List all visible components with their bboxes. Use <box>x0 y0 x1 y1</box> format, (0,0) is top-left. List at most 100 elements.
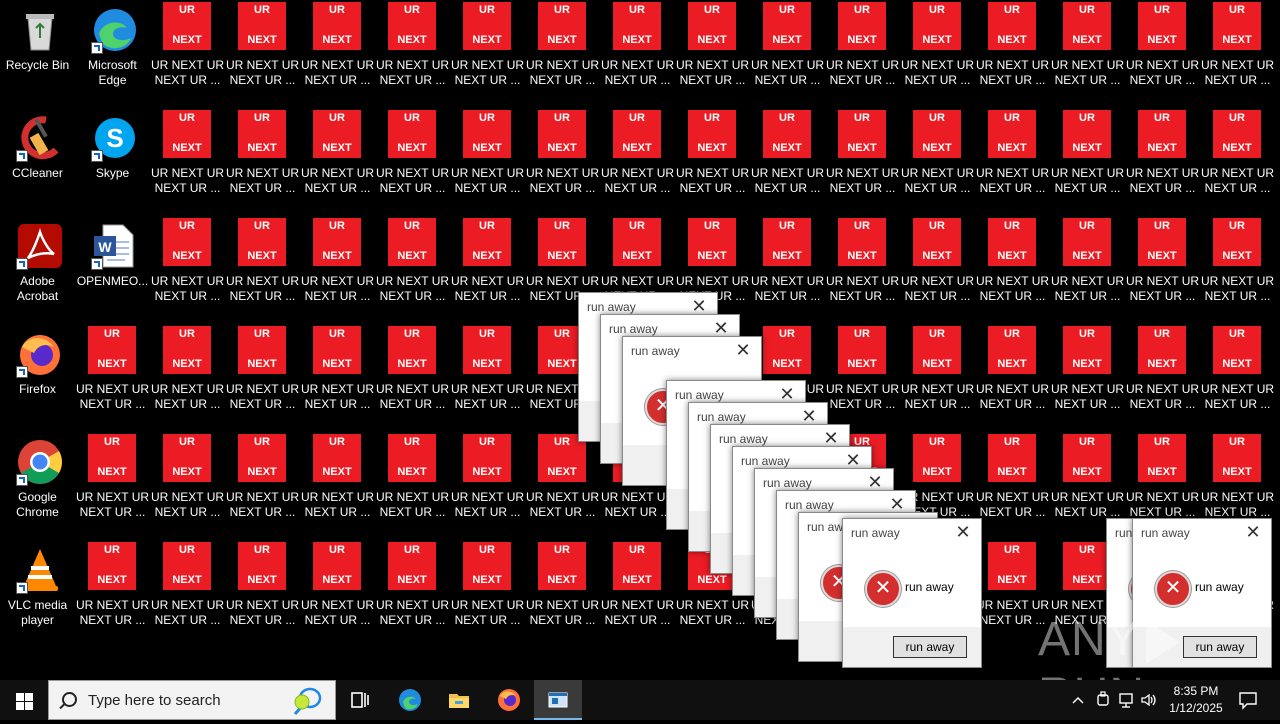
close-icon[interactable]: ✕ <box>951 521 975 545</box>
ur-next-desktop-icon[interactable]: URNEXTUR NEXT UR NEXT UR ... <box>825 0 900 108</box>
ur-next-desktop-icon[interactable]: URNEXTUR NEXT UR NEXT UR ... <box>600 0 675 108</box>
ur-next-desktop-icon[interactable]: URNEXTUR NEXT UR NEXT UR ... <box>675 0 750 108</box>
taskbar-file-explorer-button[interactable] <box>435 680 483 720</box>
desktop-icon-ccleaner[interactable]: CCleaner <box>0 108 75 216</box>
show-hidden-icons-chevron-icon[interactable] <box>1071 694 1085 706</box>
desktop-icon-vlc[interactable]: VLC media player <box>0 540 75 648</box>
ur-next-desktop-icon[interactable]: URNEXTUR NEXT UR NEXT UR ... <box>1125 324 1200 432</box>
ur-next-desktop-icon[interactable]: URNEXTUR NEXT UR NEXT UR ... <box>825 324 900 432</box>
ur-next-desktop-icon[interactable]: URNEXTUR NEXT UR NEXT UR ... <box>375 216 450 324</box>
ur-next-desktop-icon[interactable]: URNEXTUR NEXT UR NEXT UR ... <box>375 108 450 216</box>
ur-next-desktop-icon[interactable]: URNEXTUR NEXT UR NEXT UR ... <box>1050 0 1125 108</box>
network-icon[interactable] <box>1118 691 1136 709</box>
desktop-icon-chrome[interactable]: Google Chrome <box>0 432 75 540</box>
ur-next-desktop-icon[interactable]: URNEXTUR NEXT UR NEXT UR ... <box>450 432 525 540</box>
ur-next-desktop-icon[interactable]: URNEXTUR NEXT UR NEXT UR ... <box>900 216 975 324</box>
ur-next-desktop-icon[interactable]: URNEXTUR NEXT UR NEXT UR ... <box>975 108 1050 216</box>
ur-next-desktop-icon[interactable]: URNEXTUR NEXT UR NEXT UR ... <box>525 108 600 216</box>
ur-next-desktop-icon[interactable]: URNEXTUR NEXT UR NEXT UR ... <box>1200 324 1275 432</box>
ur-next-desktop-icon[interactable]: URNEXTUR NEXT UR NEXT UR ... <box>375 432 450 540</box>
taskbar-active-app-button[interactable] <box>534 680 582 720</box>
close-icon[interactable]: ✕ <box>731 339 755 363</box>
ur-next-desktop-icon[interactable]: URNEXTUR NEXT UR NEXT UR ... <box>375 0 450 108</box>
desktop-icon-label: Microsoft Edge <box>88 58 137 87</box>
desktop-icon-edge[interactable]: Microsoft Edge <box>75 0 150 108</box>
ur-next-desktop-icon[interactable]: URNEXTUR NEXT UR NEXT UR ... <box>1125 0 1200 108</box>
action-center-icon[interactable] <box>1238 690 1258 710</box>
ur-next-desktop-icon[interactable]: URNEXTUR NEXT UR NEXT UR ... <box>75 432 150 540</box>
ur-next-desktop-icon[interactable]: URNEXTUR NEXT UR NEXT UR ... <box>300 432 375 540</box>
ur-next-desktop-icon[interactable]: URNEXTUR NEXT UR NEXT UR ... <box>150 216 225 324</box>
volume-icon[interactable] <box>1140 691 1158 709</box>
ur-next-desktop-icon[interactable]: URNEXTUR NEXT UR NEXT UR ... <box>75 540 150 648</box>
ur-next-desktop-icon[interactable]: URNEXTUR NEXT UR NEXT UR ... <box>375 540 450 648</box>
ur-next-desktop-icon[interactable]: URNEXTUR NEXT UR NEXT UR ... <box>150 324 225 432</box>
ur-next-desktop-icon[interactable]: URNEXTUR NEXT UR NEXT UR ... <box>450 0 525 108</box>
ur-next-desktop-icon[interactable]: URNEXTUR NEXT UR NEXT UR ... <box>450 108 525 216</box>
ur-next-desktop-icon[interactable]: URNEXTUR NEXT UR NEXT UR ... <box>300 108 375 216</box>
ur-next-desktop-icon[interactable]: URNEXTUR NEXT UR NEXT UR ... <box>525 540 600 648</box>
device-icon[interactable] <box>1095 691 1111 709</box>
ur-next-desktop-icon[interactable]: URNEXTUR NEXT UR NEXT UR ... <box>825 216 900 324</box>
ur-next-desktop-icon[interactable]: URNEXTUR NEXT UR NEXT UR ... <box>450 216 525 324</box>
ur-next-desktop-icon[interactable]: URNEXTUR NEXT UR NEXT UR ... <box>525 432 600 540</box>
ur-next-desktop-icon[interactable]: URNEXTUR NEXT UR NEXT UR ... <box>300 216 375 324</box>
start-button[interactable] <box>0 680 48 720</box>
ur-next-desktop-icon[interactable]: URNEXTUR NEXT UR NEXT UR ... <box>225 540 300 648</box>
desktop-icon-acrobat[interactable]: Adobe Acrobat <box>0 216 75 324</box>
ur-next-desktop-icon[interactable]: URNEXTUR NEXT UR NEXT UR ... <box>900 0 975 108</box>
ur-next-desktop-icon[interactable]: URNEXTUR NEXT UR NEXT UR ... <box>750 216 825 324</box>
ur-next-desktop-icon[interactable]: URNEXTUR NEXT UR NEXT UR ... <box>975 0 1050 108</box>
desktop-icon-word-document[interactable]: W OPENMEO... <box>75 216 150 324</box>
desktop-icon-firefox[interactable]: Firefox <box>0 324 75 432</box>
ur-next-desktop-icon[interactable]: URNEXTUR NEXT UR NEXT UR ... <box>75 324 150 432</box>
close-icon[interactable]: ✕ <box>1241 521 1265 545</box>
ur-next-desktop-icon[interactable]: URNEXTUR NEXT UR NEXT UR ... <box>525 0 600 108</box>
taskbar-edge-button[interactable] <box>386 680 434 720</box>
run-away-button[interactable]: run away <box>893 636 967 658</box>
ur-next-desktop-icon[interactable]: URNEXTUR NEXT UR NEXT UR ... <box>675 108 750 216</box>
ur-next-desktop-icon[interactable]: URNEXTUR NEXT UR NEXT UR ... <box>1050 108 1125 216</box>
ur-next-desktop-icon[interactable]: URNEXTUR NEXT UR NEXT UR ... <box>750 0 825 108</box>
desktop-icon-skype[interactable]: S Skype <box>75 108 150 216</box>
taskbar-clock[interactable]: 8:35 PM 1/12/2025 <box>1160 683 1232 717</box>
ur-next-desktop-icon[interactable]: URNEXTUR NEXT UR NEXT UR ... <box>750 108 825 216</box>
ur-next-desktop-icon[interactable]: URNEXTUR NEXT UR NEXT UR ... <box>225 432 300 540</box>
ur-next-desktop-icon[interactable]: URNEXTUR NEXT UR NEXT UR ... <box>450 540 525 648</box>
ur-next-desktop-icon[interactable]: URNEXTUR NEXT UR NEXT UR ... <box>975 324 1050 432</box>
ur-next-desktop-icon[interactable]: URNEXTUR NEXT UR NEXT UR ... <box>1200 0 1275 108</box>
ur-next-desktop-icon[interactable]: URNEXTUR NEXT UR NEXT UR ... <box>225 108 300 216</box>
ur-next-desktop-icon[interactable]: URNEXTUR NEXT UR NEXT UR ... <box>450 324 525 432</box>
ur-next-desktop-icon[interactable]: URNEXTUR NEXT UR NEXT UR ... <box>1050 324 1125 432</box>
ur-next-desktop-icon[interactable]: URNEXTUR NEXT UR NEXT UR ... <box>225 324 300 432</box>
ur-next-desktop-icon[interactable]: URNEXTUR NEXT UR NEXT UR ... <box>1125 108 1200 216</box>
ur-next-desktop-icon[interactable]: URNEXTUR NEXT UR NEXT UR ... <box>900 108 975 216</box>
ur-next-desktop-icon[interactable]: URNEXTUR NEXT UR NEXT UR ... <box>900 324 975 432</box>
ur-next-desktop-icon[interactable]: URNEXTUR NEXT UR NEXT UR ... <box>375 324 450 432</box>
run-away-dialog[interactable]: run away ✕ ✕ run away run away <box>842 518 982 668</box>
ur-next-desktop-icon[interactable]: URNEXTUR NEXT UR NEXT UR ... <box>600 540 675 648</box>
ur-next-desktop-icon[interactable]: URNEXTUR NEXT UR NEXT UR ... <box>1050 216 1125 324</box>
desktop-icon-label: UR NEXT UR NEXT UR ... <box>450 598 525 627</box>
ur-next-desktop-icon[interactable]: URNEXTUR NEXT UR NEXT UR ... <box>150 540 225 648</box>
ur-next-desktop-icon[interactable]: URNEXTUR NEXT UR NEXT UR ... <box>975 216 1050 324</box>
ur-next-desktop-icon[interactable]: URNEXTUR NEXT UR NEXT UR ... <box>600 108 675 216</box>
ur-next-desktop-icon[interactable]: URNEXTUR NEXT UR NEXT UR ... <box>150 432 225 540</box>
ur-next-desktop-icon[interactable]: URNEXTUR NEXT UR NEXT UR ... <box>1200 108 1275 216</box>
ur-next-desktop-icon[interactable]: URNEXTUR NEXT UR NEXT UR ... <box>150 108 225 216</box>
taskbar-search-box[interactable]: Type here to search <box>48 680 336 720</box>
taskbar-firefox-button[interactable] <box>485 680 533 720</box>
ur-icon-bottom-text: NEXT <box>472 466 502 478</box>
ur-next-desktop-icon[interactable]: URNEXTUR NEXT UR NEXT UR ... <box>300 0 375 108</box>
ur-next-desktop-icon[interactable]: URNEXTUR NEXT UR NEXT UR ... <box>150 0 225 108</box>
task-view-button[interactable] <box>336 680 384 720</box>
ur-next-desktop-icon[interactable]: URNEXTUR NEXT UR NEXT UR ... <box>975 432 1050 540</box>
ur-next-desktop-icon[interactable]: URNEXTUR NEXT UR NEXT UR ... <box>225 216 300 324</box>
ur-next-desktop-icon[interactable]: URNEXTUR NEXT UR NEXT UR ... <box>300 540 375 648</box>
ur-next-desktop-icon[interactable]: URNEXTUR NEXT UR NEXT UR ... <box>300 324 375 432</box>
ur-next-desktop-icon[interactable]: URNEXTUR NEXT UR NEXT UR ... <box>1125 216 1200 324</box>
ur-next-desktop-icon[interactable]: URNEXTUR NEXT UR NEXT UR ... <box>825 108 900 216</box>
ur-next-desktop-icon[interactable]: URNEXTUR NEXT UR NEXT UR ... <box>225 0 300 108</box>
ur-next-desktop-icon[interactable]: URNEXTUR NEXT UR NEXT UR ... <box>1200 216 1275 324</box>
desktop-icon-recycle-bin[interactable]: Recycle Bin <box>0 0 75 108</box>
